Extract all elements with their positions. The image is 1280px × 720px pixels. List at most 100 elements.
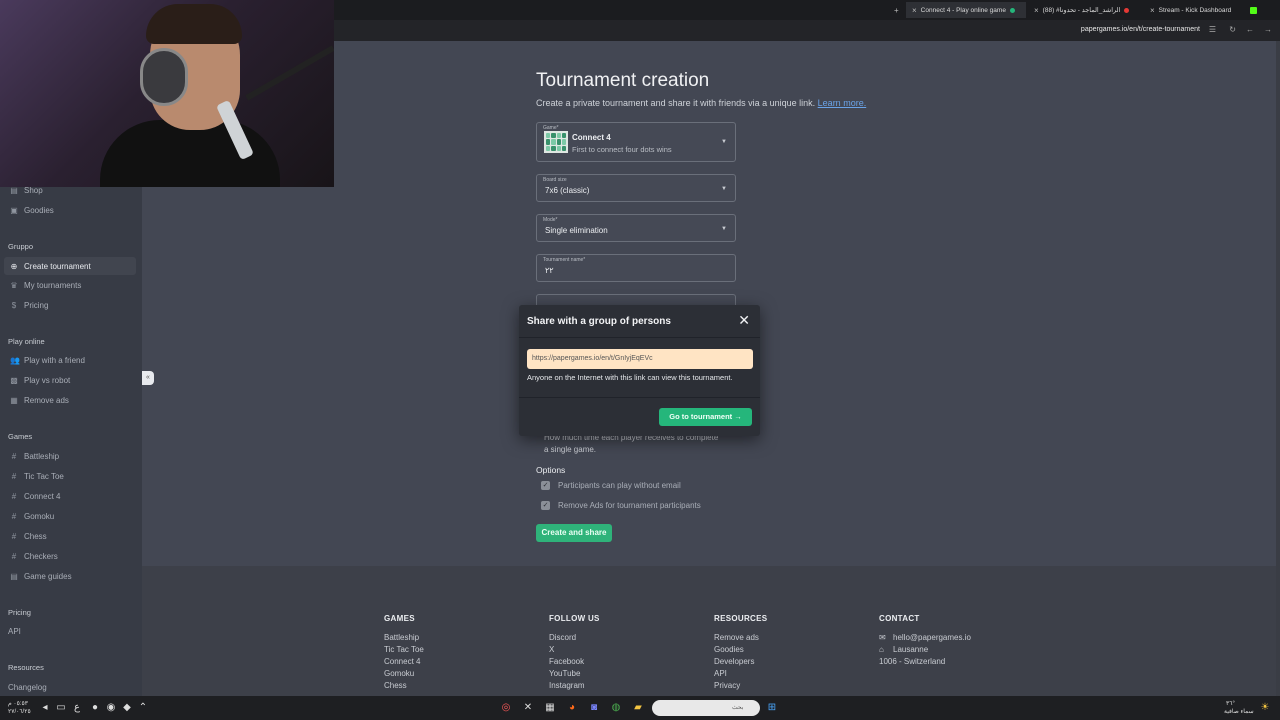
hash-icon: # [11, 452, 17, 461]
hash-icon: # [11, 492, 17, 501]
footer-link[interactable]: Battleship [384, 633, 424, 645]
plus-circle-icon: ⊕ [10, 261, 18, 271]
board-size-select[interactable]: Board size 7x6 (classic) ▼ [536, 174, 736, 202]
footer-heading: GAMES [384, 614, 415, 623]
sidebar-item-connect-4[interactable]: # Connect 4 [10, 492, 61, 501]
sidebar-item-create-tournament[interactable]: ⊕ Create tournament [4, 257, 136, 275]
tab-connect4[interactable]: × Connect 4 - Play online game [906, 2, 1026, 18]
reload-icon[interactable]: ↻ [1229, 25, 1236, 34]
sidebar-item-changelog[interactable]: Changelog [8, 683, 47, 692]
board-size-value: 7x6 (classic) [545, 186, 590, 195]
footer-link[interactable]: Remove ads [714, 633, 767, 645]
close-icon[interactable]: ✕ [738, 312, 750, 329]
game-select[interactable]: Game* Connect 4 First to connect four do… [536, 122, 736, 162]
scrollbar[interactable] [1276, 41, 1280, 696]
footer-link[interactable]: Tic Tac Toe [384, 645, 424, 657]
footer-link[interactable]: X [549, 645, 600, 657]
go-to-tournament-button[interactable]: Go to tournament → [659, 408, 752, 426]
tab-kick[interactable]: × Stream - Kick Dashboard [1144, 2, 1252, 18]
close-icon[interactable]: × [912, 6, 917, 15]
display-icon[interactable]: ▭ [54, 701, 68, 715]
hash-icon: # [11, 512, 17, 521]
sidebar-item-gomoku[interactable]: # Gomoku [10, 512, 54, 521]
footer-contact-column: CONTACT ✉ hello@papergames.io ⌂ Lausanne 1… [879, 614, 971, 669]
learn-more-link[interactable]: Learn more. [818, 98, 867, 108]
tournament-name-input[interactable]: Tournament name* ٢٢ [536, 254, 736, 282]
footer-link[interactable]: Facebook [549, 657, 600, 669]
sidebar-item-play-robot[interactable]: ▩ Play vs robot [10, 376, 70, 385]
footer-link[interactable]: Connect 4 [384, 657, 424, 669]
sidebar-heading-pricing: Pricing [8, 608, 31, 617]
capcut-icon[interactable]: ✕ [521, 701, 535, 715]
footer-link[interactable]: Discord [549, 633, 600, 645]
folder-icon[interactable]: ▰ [631, 701, 645, 715]
sidebar-item-my-tournaments[interactable]: ♛ My tournaments [10, 281, 81, 290]
chevron-down-icon: ▼ [721, 226, 727, 232]
chevron-down-icon: ▼ [721, 186, 727, 192]
sidebar-item-shop[interactable]: ▤ Shop [10, 186, 42, 195]
footer-link[interactable]: Privacy [714, 681, 767, 693]
home-icon: ⌂ [879, 645, 884, 654]
obs-icon[interactable]: ◎ [499, 701, 513, 715]
share-note: Anyone on the Internet with this link ca… [527, 373, 733, 382]
sidebar-item-battleship[interactable]: # Battleship [10, 452, 59, 461]
remove-ads-checkbox[interactable]: ✓ [541, 501, 550, 510]
back-icon[interactable]: ← [1246, 25, 1254, 34]
sidebar-item-play-friend[interactable]: 👥 Play with a friend [10, 356, 85, 365]
share-link-input[interactable]: https://papergames.io/en/t/GnIyjEqEVc [527, 349, 753, 369]
sidebar-item-chess[interactable]: # Chess [10, 532, 47, 541]
chevron-up-icon[interactable]: ⌃ [136, 701, 150, 715]
close-icon[interactable]: × [1150, 6, 1155, 15]
tournament-name-label: Tournament name* [543, 257, 586, 263]
dollar-icon: $ [11, 301, 17, 310]
footer-link[interactable]: YouTube [549, 669, 600, 681]
footer-link[interactable]: API [714, 669, 767, 681]
chevron-down-icon: ▼ [721, 139, 727, 145]
app-icon[interactable]: ◉ [104, 701, 118, 715]
windows-start-icon[interactable]: ⊞ [765, 701, 779, 715]
users-icon: 👥 [10, 356, 20, 365]
calculator-icon[interactable]: ▦ [543, 701, 557, 715]
tab-youtube[interactable]: × (88) #الراشد_الماجد - تحدونا [1028, 2, 1140, 18]
language-icon[interactable]: ع [70, 701, 84, 715]
discord-icon[interactable]: ◙ [587, 701, 601, 715]
firefox-icon[interactable]: ◕ [565, 701, 579, 715]
chrome-icon[interactable]: ◍ [609, 701, 623, 715]
taskbar-search[interactable]: بحث [652, 700, 760, 716]
footer-link[interactable]: Instagram [549, 681, 600, 693]
sidebar-item-game-guides[interactable]: ▤ Game guides [10, 572, 71, 581]
sidebar-collapse-button[interactable]: « [142, 371, 154, 385]
forward-icon[interactable]: → [1264, 25, 1272, 34]
sidebar-item-tic-tac-toe[interactable]: # Tic Tac Toe [10, 472, 64, 481]
contact-email[interactable]: hello@papergames.io [893, 633, 971, 642]
remove-ads-label: Remove Ads for tournament participants [558, 501, 701, 510]
footer-games-column: GAMES Battleship Tic Tac Toe Connect 4 G… [384, 614, 424, 693]
speaker-icon[interactable]: ◂ [38, 701, 52, 715]
play-without-email-checkbox[interactable]: ✓ [541, 481, 550, 490]
kick-icon[interactable] [1244, 2, 1263, 18]
url-field[interactable]: papergames.io/en/t/create-tournament [1081, 26, 1200, 33]
sidebar-item-checkers[interactable]: # Checkers [10, 552, 58, 561]
close-icon[interactable]: × [1034, 6, 1039, 15]
footer-heading: FOLLOW US [549, 614, 600, 623]
app-icon[interactable]: ◆ [120, 701, 134, 715]
footer-heading: CONTACT [879, 614, 920, 623]
mode-select[interactable]: Mode* Single elimination ▼ [536, 214, 736, 242]
create-and-share-button[interactable]: Create and share [536, 524, 612, 542]
footer-link[interactable]: Gomoku [384, 669, 424, 681]
mic-icon[interactable]: ● [88, 701, 102, 715]
settings-icon[interactable]: ☰ [1209, 25, 1216, 34]
weather-icon[interactable]: ☀ [1258, 701, 1272, 715]
sidebar-item-goodies[interactable]: ▣ Goodies [10, 206, 54, 215]
sidebar-item-remove-ads[interactable]: ▦ Remove ads [10, 396, 69, 405]
new-tab-button[interactable]: + [888, 2, 905, 18]
footer-link[interactable]: Goodies [714, 645, 767, 657]
sidebar-item-api[interactable]: API [8, 627, 21, 636]
sidebar-item-pricing[interactable]: $ Pricing [10, 301, 49, 310]
clock-date: ٢٧/٠٦/٢٥ [8, 709, 31, 715]
options-heading: Options [536, 465, 566, 475]
gift-icon: ▣ [10, 206, 18, 215]
footer-link[interactable]: Developers [714, 657, 767, 669]
footer-link[interactable]: Chess [384, 681, 424, 693]
footer-follow-column: FOLLOW US Discord X Facebook YouTube Ins… [549, 614, 600, 693]
